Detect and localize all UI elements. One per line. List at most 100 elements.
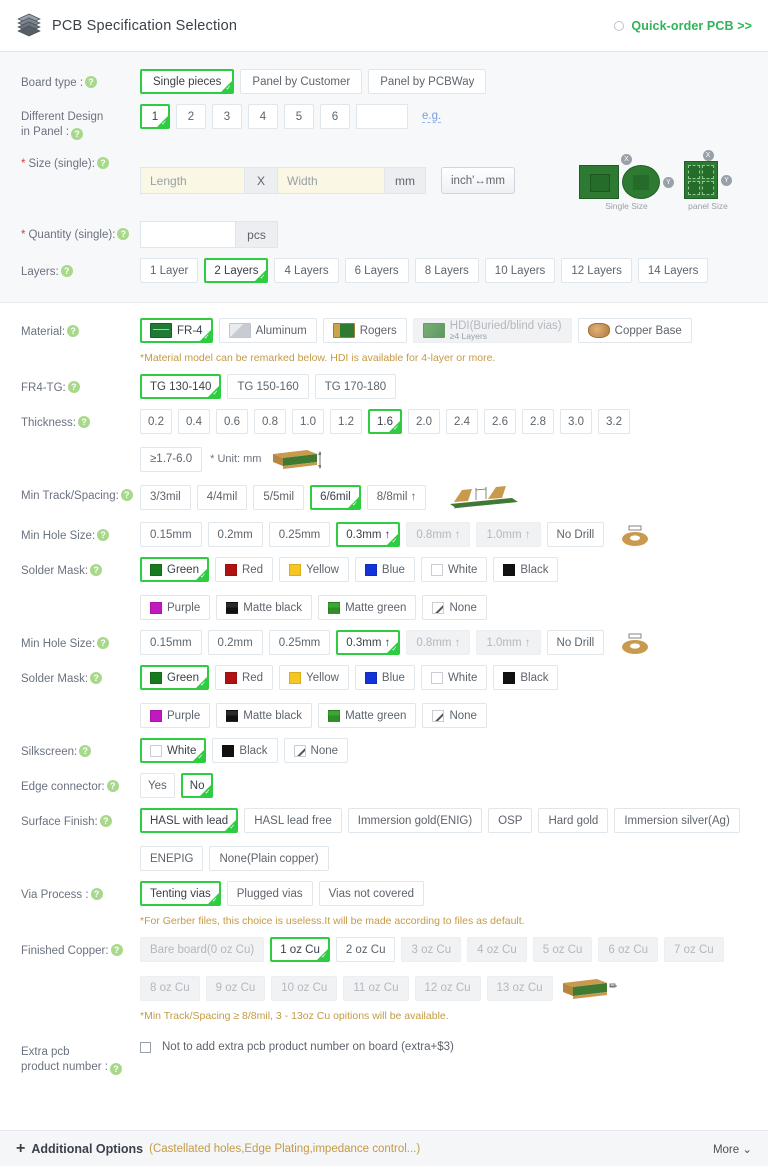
option-hole-0-2mm[interactable]: 0.2mm [207,522,263,547]
option-material-copper-base[interactable]: Copper Base [577,318,692,343]
option-hole-0-25mm[interactable]: 0.25mm [268,522,331,547]
option-silkscreen-none[interactable]: None [283,738,349,763]
option-hole-0-3mm[interactable]: 0.3mm ↑ [336,630,401,655]
option-copper-7oz[interactable]: 7 oz Cu [664,937,724,962]
option-copper-4oz[interactable]: 4 oz Cu [467,937,527,962]
option-hole-0-3mm[interactable]: 0.3mm ↑ [336,522,401,547]
option-hole-0-8mm[interactable]: 0.8mm ↑ [406,630,471,655]
option-finish-hasl-lead[interactable]: HASL with lead [140,808,239,833]
option-hole-0-8mm[interactable]: 0.8mm ↑ [406,522,471,547]
help-icon[interactable]: ? [97,637,110,649]
help-icon[interactable]: ? [67,381,80,393]
quick-order-link[interactable]: Quick-order PCB >> [631,19,752,33]
help-icon[interactable]: ? [77,416,90,428]
option-via-not-covered[interactable]: Vias not covered [318,881,425,906]
option-mask-green[interactable]: Green [140,557,209,582]
help-icon[interactable]: ? [97,529,110,541]
design-custom-input[interactable] [356,104,408,129]
help-icon[interactable]: ? [90,888,103,900]
option-track-6-6mil[interactable]: 6/6mil [310,484,361,510]
option-thickness-0-4[interactable]: 0.4 [178,409,210,434]
option-mask-yellow[interactable]: Yellow [279,665,349,690]
option-layers-2[interactable]: 2 Layers [204,258,269,283]
option-copper-11oz[interactable]: 11 oz Cu [343,975,409,1001]
help-icon[interactable]: ? [110,944,123,956]
option-mask-matte-green[interactable]: Matte green [318,703,417,728]
option-copper-6oz[interactable]: 6 oz Cu [598,937,659,962]
option-mask-black[interactable]: Black [493,665,559,690]
option-thickness-0-6[interactable]: 0.6 [216,409,248,434]
option-via-tenting[interactable]: Tenting vias [140,881,221,906]
option-finish-immersion-silver[interactable]: Immersion silver(Ag) [614,808,740,833]
option-copper-bare-board[interactable]: Bare board(0 oz Cu) [140,937,265,962]
option-design-2[interactable]: 2 [176,104,206,129]
option-mask-none[interactable]: None [422,703,487,728]
option-thickness-1-6[interactable]: 1.6 [368,409,402,434]
option-finish-hasl-lead-free[interactable]: HASL lead free [244,808,342,833]
unit-convert-button[interactable]: inch'↔mm [441,167,515,194]
option-hole-no-drill[interactable]: No Drill [546,630,605,655]
extra-pcb-checkbox-group[interactable]: Not to add extra pcb product number on b… [140,1039,754,1053]
help-icon[interactable]: ? [70,127,83,140]
option-design-1[interactable]: 1 [140,104,170,129]
option-material-fr4[interactable]: FR-4 [140,318,213,343]
option-layers-8[interactable]: 8 Layers [414,258,479,283]
help-icon[interactable]: ? [96,157,109,169]
option-design-3[interactable]: 3 [212,104,242,129]
option-mask-purple[interactable]: Purple [140,703,211,728]
option-thickness-2-0[interactable]: 2.0 [408,409,440,434]
option-copper-2oz[interactable]: 2 oz Cu [335,937,396,962]
option-finish-enig[interactable]: Immersion gold(ENIG) [347,808,483,833]
option-hole-1-0mm[interactable]: 1.0mm ↑ [476,522,541,547]
option-thickness-3-2[interactable]: 3.2 [598,409,630,434]
option-track-8-8mil[interactable]: 8/8mil ↑ [366,484,427,510]
option-layers-12[interactable]: 12 Layers [561,258,632,283]
quick-order-group[interactable]: Quick-order PCB >> [614,19,752,33]
option-thickness-2-6[interactable]: 2.6 [484,409,516,434]
option-thickness-1-0[interactable]: 1.0 [292,409,324,434]
option-hole-0-15mm[interactable]: 0.15mm [140,630,202,655]
option-finish-enepig[interactable]: ENEPIG [140,846,204,871]
option-design-6[interactable]: 6 [320,104,350,129]
additional-options-bar[interactable]: + Additional Options (Castellated holes,… [0,1130,768,1166]
option-silkscreen-white[interactable]: White [140,738,207,763]
option-hole-0-15mm[interactable]: 0.15mm [140,522,202,547]
option-edge-no[interactable]: No [180,773,214,798]
option-copper-1oz[interactable]: 1 oz Cu [270,937,330,962]
option-material-aluminum[interactable]: Aluminum [218,318,317,343]
help-icon[interactable]: ? [90,672,103,684]
option-mask-yellow[interactable]: Yellow [279,557,349,582]
option-copper-13oz[interactable]: 13 oz Cu [486,975,553,1001]
option-mask-blue[interactable]: Blue [354,557,415,582]
option-tg-170-180[interactable]: TG 170-180 [314,374,397,399]
option-board-type-single[interactable]: Single pieces [140,69,235,94]
option-finish-osp[interactable]: OSP [488,808,533,833]
option-hole-0-2mm[interactable]: 0.2mm [207,630,263,655]
help-icon[interactable]: ? [60,265,73,277]
option-thickness-3-0[interactable]: 3.0 [560,409,592,434]
option-hole-no-drill[interactable]: No Drill [546,522,605,547]
option-board-type-panel-customer[interactable]: Panel by Customer [240,69,363,94]
option-mask-red[interactable]: Red [214,557,274,582]
option-finish-hard-gold[interactable]: Hard gold [538,808,609,833]
option-mask-red[interactable]: Red [214,665,274,690]
option-track-4-4mil[interactable]: 4/4mil [196,484,248,510]
option-mask-matte-black[interactable]: Matte black [216,703,313,728]
option-mask-green[interactable]: Green [140,665,209,690]
option-hole-0-25mm[interactable]: 0.25mm [268,630,331,655]
option-mask-purple[interactable]: Purple [140,595,211,620]
option-track-3-3mil[interactable]: 3/3mil [140,484,191,510]
option-thickness-0-2[interactable]: 0.2 [140,409,172,434]
option-layers-10[interactable]: 10 Layers [484,258,556,283]
option-thickness-2-4[interactable]: 2.4 [446,409,478,434]
option-layers-6[interactable]: 6 Layers [344,258,409,283]
help-icon[interactable]: ? [120,489,133,501]
help-icon[interactable]: ? [85,76,98,88]
option-layers-1[interactable]: 1 Layer [140,258,199,283]
width-input[interactable]: Width [277,167,385,194]
option-mask-matte-black[interactable]: Matte black [216,595,313,620]
option-mask-black[interactable]: Black [493,557,559,582]
option-copper-12oz[interactable]: 12 oz Cu [414,975,481,1001]
option-mask-white[interactable]: White [420,557,488,582]
option-hole-1-0mm[interactable]: 1.0mm ↑ [476,630,541,655]
